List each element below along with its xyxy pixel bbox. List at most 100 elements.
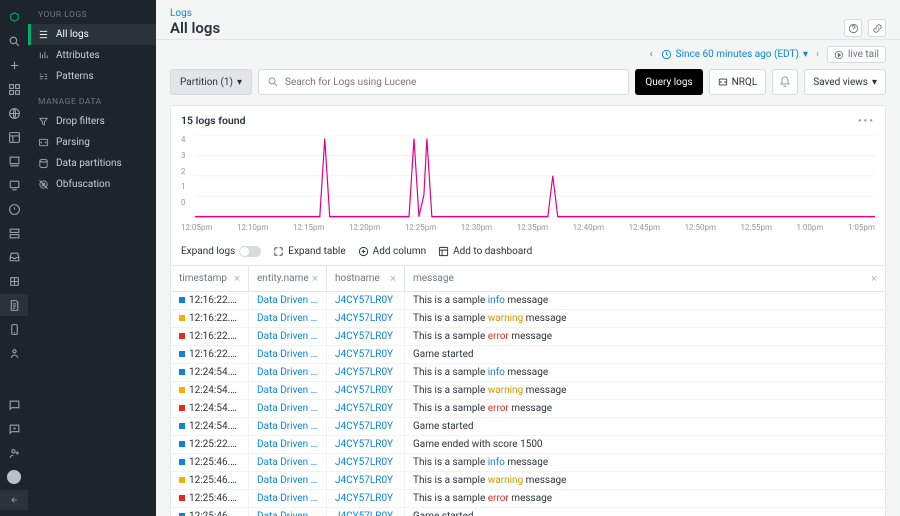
add-dashboard-button[interactable]: Add to dashboard — [438, 246, 532, 257]
cell-hostname[interactable]: J4CY57LR0Y — [327, 436, 405, 453]
table-row[interactable]: 12:16:22.209 Data Driven Dave J4CY57LR0Y… — [171, 310, 885, 328]
expand-table-button[interactable]: Expand table — [273, 246, 345, 257]
add-icon[interactable] — [0, 54, 28, 76]
cell-hostname[interactable]: J4CY57LR0Y — [327, 418, 405, 435]
add-column-button[interactable]: Add column — [358, 246, 426, 257]
feedback-icon[interactable] — [0, 394, 28, 416]
sidebar-item-all-logs[interactable]: All logs — [28, 24, 156, 45]
table-row[interactable]: 12:16:22.209 Data Driven Dave J4CY57LR0Y… — [171, 346, 885, 364]
cell-hostname[interactable]: J4CY57LR0Y — [327, 364, 405, 381]
apm-icon[interactable] — [0, 174, 28, 196]
time-next-icon[interactable]: › — [816, 49, 819, 60]
search-icon[interactable] — [0, 30, 28, 52]
cell-entity[interactable]: Data Driven Dave — [249, 436, 327, 453]
live-tail-label: live tail — [848, 49, 879, 60]
time-range-picker[interactable]: Since 60 minutes ago (EDT) ▾ — [661, 49, 808, 60]
errors-icon[interactable] — [0, 198, 28, 220]
table-header: timestamp× entity.name× hostname× messag… — [171, 266, 885, 292]
query-logs-button[interactable]: Query logs — [635, 69, 702, 95]
partition-dropdown[interactable]: Partition (1)▾ — [170, 69, 252, 95]
infra-icon[interactable] — [0, 222, 28, 244]
table-row[interactable]: 12:16:22.209 Data Driven Dave J4CY57LR0Y… — [171, 328, 885, 346]
cell-hostname[interactable]: J4CY57LR0Y — [327, 328, 405, 345]
cell-entity[interactable]: Data Driven Dave — [249, 346, 327, 363]
avatar[interactable] — [0, 466, 28, 488]
table-row[interactable]: 12:24:54.709 Data Driven Dave J4CY57LR0Y… — [171, 382, 885, 400]
table-row[interactable]: 12:25:46.211 Data Driven Dave J4CY57LR0Y… — [171, 508, 885, 516]
cell-hostname[interactable]: J4CY57LR0Y — [327, 490, 405, 507]
table-row[interactable]: 12:24:54.709 Data Driven Dave J4CY57LR0Y… — [171, 400, 885, 418]
col-hostname[interactable]: hostname× — [327, 266, 405, 291]
cell-entity[interactable]: Data Driven Dave — [249, 328, 327, 345]
table-row[interactable]: 12:24:54.709 Data Driven Dave J4CY57LR0Y… — [171, 418, 885, 436]
sidebar-item-patterns[interactable]: Patterns — [28, 66, 156, 87]
card-menu-icon[interactable]: ••• — [858, 114, 875, 127]
browser-icon[interactable] — [0, 102, 28, 124]
col-timestamp[interactable]: timestamp× — [171, 266, 249, 291]
time-prev-icon[interactable]: ‹ — [650, 49, 653, 60]
expand-logs-toggle[interactable]: Expand logs — [181, 246, 261, 257]
table-row[interactable]: 12:25:22.348 Data Driven Dave J4CY57LR0Y… — [171, 436, 885, 454]
inbox-icon[interactable] — [0, 246, 28, 268]
mobile-icon[interactable] — [0, 318, 28, 340]
logs-icon[interactable] — [0, 294, 28, 316]
sidebar-label: Parsing — [56, 137, 90, 148]
table-row[interactable]: 12:24:54.709 Data Driven Dave J4CY57LR0Y… — [171, 364, 885, 382]
cell-entity[interactable]: Data Driven Dave — [249, 508, 327, 516]
col-entity[interactable]: entity.name× — [249, 266, 327, 291]
cell-timestamp: 12:16:22.209 — [171, 328, 249, 345]
table-row[interactable]: 12:25:46.210 Data Driven Dave J4CY57LR0Y… — [171, 454, 885, 472]
nrql-button[interactable]: NRQL — [709, 69, 767, 95]
all-entities-icon[interactable] — [0, 78, 28, 100]
cell-hostname[interactable]: J4CY57LR0Y — [327, 310, 405, 327]
cell-hostname[interactable]: J4CY57LR0Y — [327, 382, 405, 399]
table-row[interactable]: 12:25:46.211 Data Driven Dave J4CY57LR0Y… — [171, 472, 885, 490]
cell-timestamp: 12:25:46.211 — [171, 508, 249, 516]
alerts-icon[interactable] — [0, 150, 28, 172]
cell-entity[interactable]: Data Driven Dave — [249, 292, 327, 309]
table-row[interactable]: 12:16:22.209 Data Driven Dave J4CY57LR0Y… — [171, 292, 885, 310]
sidebar-item-data-partitions[interactable]: Data partitions — [28, 153, 156, 174]
remove-col-icon[interactable]: × — [390, 272, 396, 285]
cell-hostname[interactable]: J4CY57LR0Y — [327, 346, 405, 363]
dashboards-icon[interactable] — [0, 126, 28, 148]
help-icon[interactable] — [844, 19, 862, 37]
invite-icon[interactable] — [0, 442, 28, 464]
timeline-chart[interactable]: 43210 — [171, 135, 885, 223]
cell-hostname[interactable]: J4CY57LR0Y — [327, 472, 405, 489]
kubernetes-icon[interactable] — [0, 270, 28, 292]
cell-hostname[interactable]: J4CY57LR0Y — [327, 400, 405, 417]
sidebar-item-drop-filters[interactable]: Drop filters — [28, 111, 156, 132]
search-box[interactable] — [258, 69, 629, 95]
cell-entity[interactable]: Data Driven Dave — [249, 490, 327, 507]
cell-hostname[interactable]: J4CY57LR0Y — [327, 292, 405, 309]
search-input[interactable] — [285, 77, 620, 88]
sidebar-item-attributes[interactable]: Attributes — [28, 45, 156, 66]
help-rail-icon[interactable] — [0, 418, 28, 440]
cell-entity[interactable]: Data Driven Dave — [249, 472, 327, 489]
cell-entity[interactable]: Data Driven Dave — [249, 400, 327, 417]
breadcrumb[interactable]: Logs — [170, 8, 886, 19]
cell-entity[interactable]: Data Driven Dave — [249, 454, 327, 471]
saved-views-dropdown[interactable]: Saved views▾ — [804, 69, 886, 95]
sidebar-item-parsing[interactable]: Parsing — [28, 132, 156, 153]
share-icon[interactable] — [868, 19, 886, 37]
sidebar-item-obfuscation[interactable]: Obfuscation — [28, 174, 156, 195]
cell-hostname[interactable]: J4CY57LR0Y — [327, 454, 405, 471]
collapse-rail[interactable] — [0, 490, 28, 510]
cell-hostname[interactable]: J4CY57LR0Y — [327, 508, 405, 516]
remove-col-icon[interactable]: × — [234, 272, 240, 285]
notifications-icon[interactable] — [772, 69, 798, 95]
cell-message: This is a sample error message — [405, 400, 885, 417]
cell-entity[interactable]: Data Driven Dave — [249, 418, 327, 435]
logo-icon[interactable] — [0, 6, 28, 28]
cell-entity[interactable]: Data Driven Dave — [249, 364, 327, 381]
cell-entity[interactable]: Data Driven Dave — [249, 310, 327, 327]
remove-col-icon[interactable]: × — [312, 272, 318, 285]
table-row[interactable]: 12:25:46.211 Data Driven Dave J4CY57LR0Y… — [171, 490, 885, 508]
live-tail-button[interactable]: live tail — [827, 46, 886, 63]
synthetics-icon[interactable] — [0, 342, 28, 364]
cell-entity[interactable]: Data Driven Dave — [249, 382, 327, 399]
col-message[interactable]: message× — [405, 266, 885, 291]
remove-col-icon[interactable]: × — [871, 272, 877, 285]
